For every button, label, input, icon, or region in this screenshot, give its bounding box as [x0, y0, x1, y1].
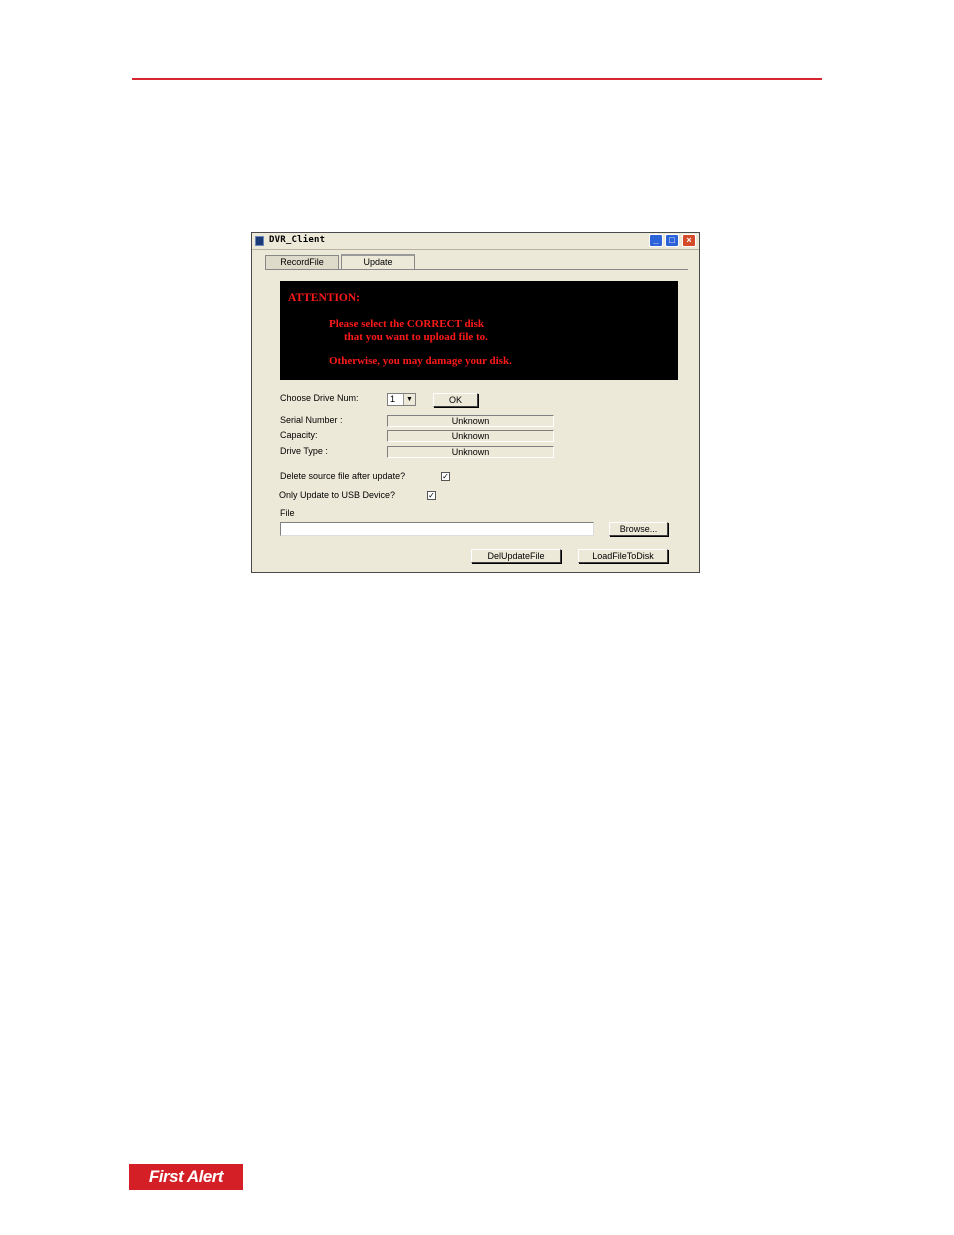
serial-number-label: Serial Number : — [280, 415, 343, 425]
dvr-client-window: DVR_Client _ □ × RecordFile Update ATTEN… — [251, 232, 700, 573]
attention-line-2: that you want to upload file to. — [344, 331, 488, 343]
del-update-file-button[interactable]: DelUpdateFile — [471, 549, 561, 563]
minimize-icon[interactable]: _ — [649, 234, 663, 247]
serial-number-value: Unknown — [387, 415, 554, 427]
title-bar[interactable]: DVR_Client _ □ × — [252, 233, 699, 250]
ok-button[interactable]: OK — [433, 393, 478, 407]
header-rule — [132, 78, 822, 80]
drive-num-label: Choose Drive Num: — [280, 393, 359, 403]
tab-divider — [265, 269, 688, 270]
delete-source-checkbox[interactable]: ✓ — [441, 472, 450, 481]
capacity-value: Unknown — [387, 430, 554, 442]
attention-title: ATTENTION: — [288, 292, 360, 304]
load-file-to-disk-button[interactable]: LoadFileToDisk — [578, 549, 668, 563]
file-label: File — [280, 508, 295, 518]
usb-only-checkbox[interactable]: ✓ — [427, 491, 436, 500]
tab-recordfile[interactable]: RecordFile — [265, 255, 339, 270]
drive-num-select[interactable]: 1 ▼ — [387, 393, 416, 406]
tab-update[interactable]: Update — [341, 254, 415, 270]
app-icon — [255, 236, 264, 246]
attention-line-1: Please select the CORRECT disk — [329, 318, 485, 330]
maximize-icon[interactable]: □ — [665, 234, 679, 247]
file-path-input[interactable] — [280, 522, 594, 536]
close-icon[interactable]: × — [682, 234, 696, 247]
first-alert-logo: First Alert — [129, 1164, 243, 1190]
drive-type-value: Unknown — [387, 446, 554, 458]
delete-source-label: Delete source file after update? — [280, 471, 406, 481]
capacity-label: Capacity: — [280, 430, 318, 440]
attention-line-3: Otherwise, you may damage your disk. — [329, 355, 512, 367]
chevron-down-icon[interactable]: ▼ — [403, 394, 415, 405]
window-title: DVR_Client — [269, 235, 326, 245]
attention-panel: ATTENTION: Please select the CORRECT dis… — [280, 281, 678, 380]
drive-num-value: 1 — [390, 394, 396, 404]
usb-only-label: Only Update to USB Device? — [279, 490, 396, 500]
drive-type-label: Drive Type : — [280, 446, 328, 456]
browse-button[interactable]: Browse... — [609, 522, 668, 536]
